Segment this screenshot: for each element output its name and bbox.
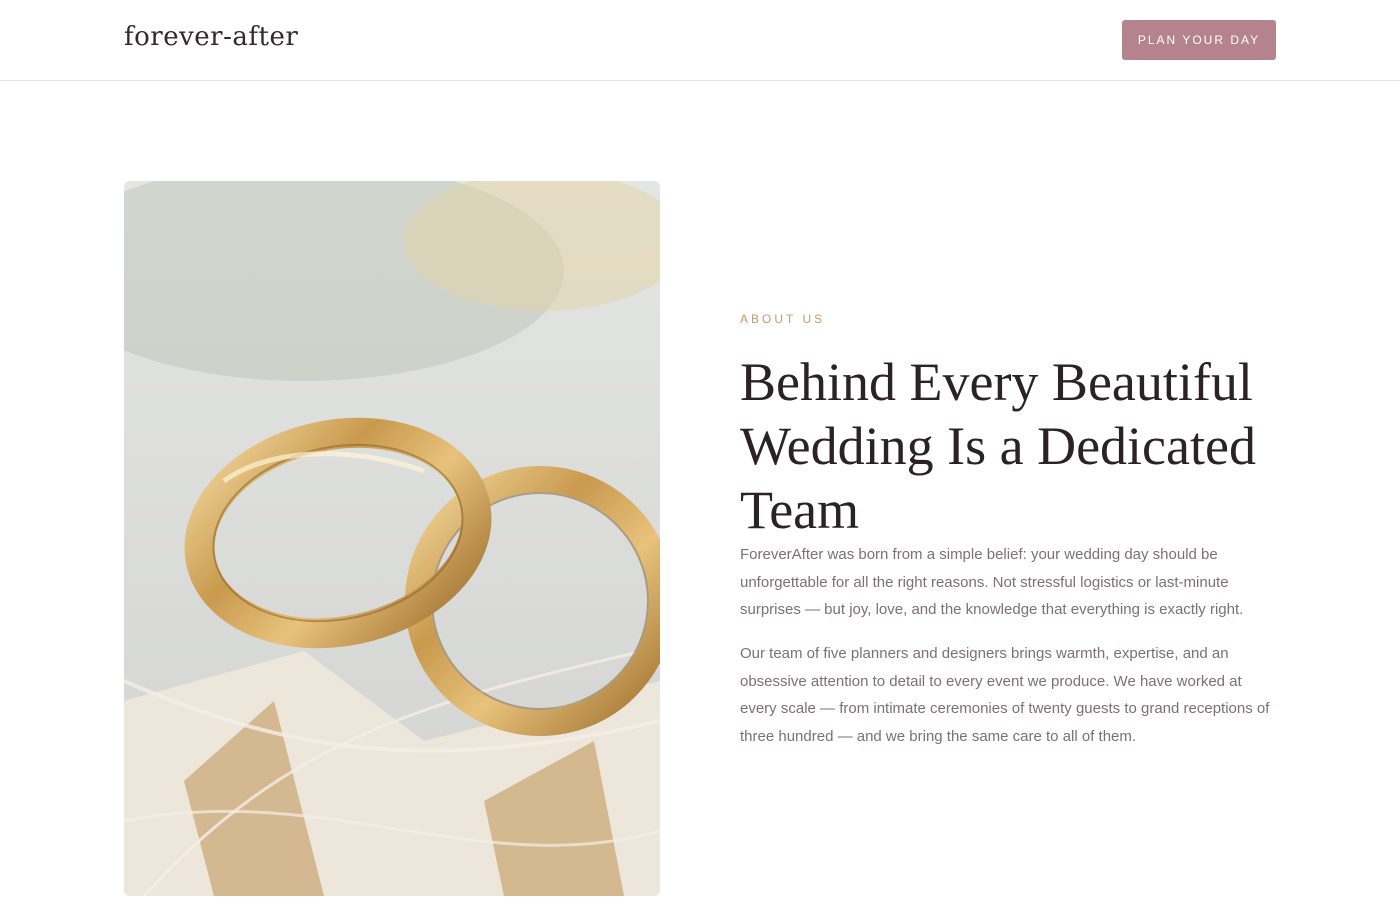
plan-your-day-button[interactable]: PLAN YOUR DAY <box>1122 20 1276 60</box>
about-paragraph-2: Our team of five planners and designers … <box>740 645 1270 745</box>
wedding-rings-photo <box>124 181 660 896</box>
site-header: forever-after PLAN YOUR DAY <box>0 0 1400 81</box>
page-title: Behind Every Beautiful Wedding Is a Dedi… <box>740 352 1256 540</box>
logo[interactable]: forever-after <box>124 22 298 52</box>
about-paragraph-1: ForeverAfter was born from a simple beli… <box>740 546 1244 618</box>
section-eyebrow: ABOUT US <box>740 312 826 326</box>
